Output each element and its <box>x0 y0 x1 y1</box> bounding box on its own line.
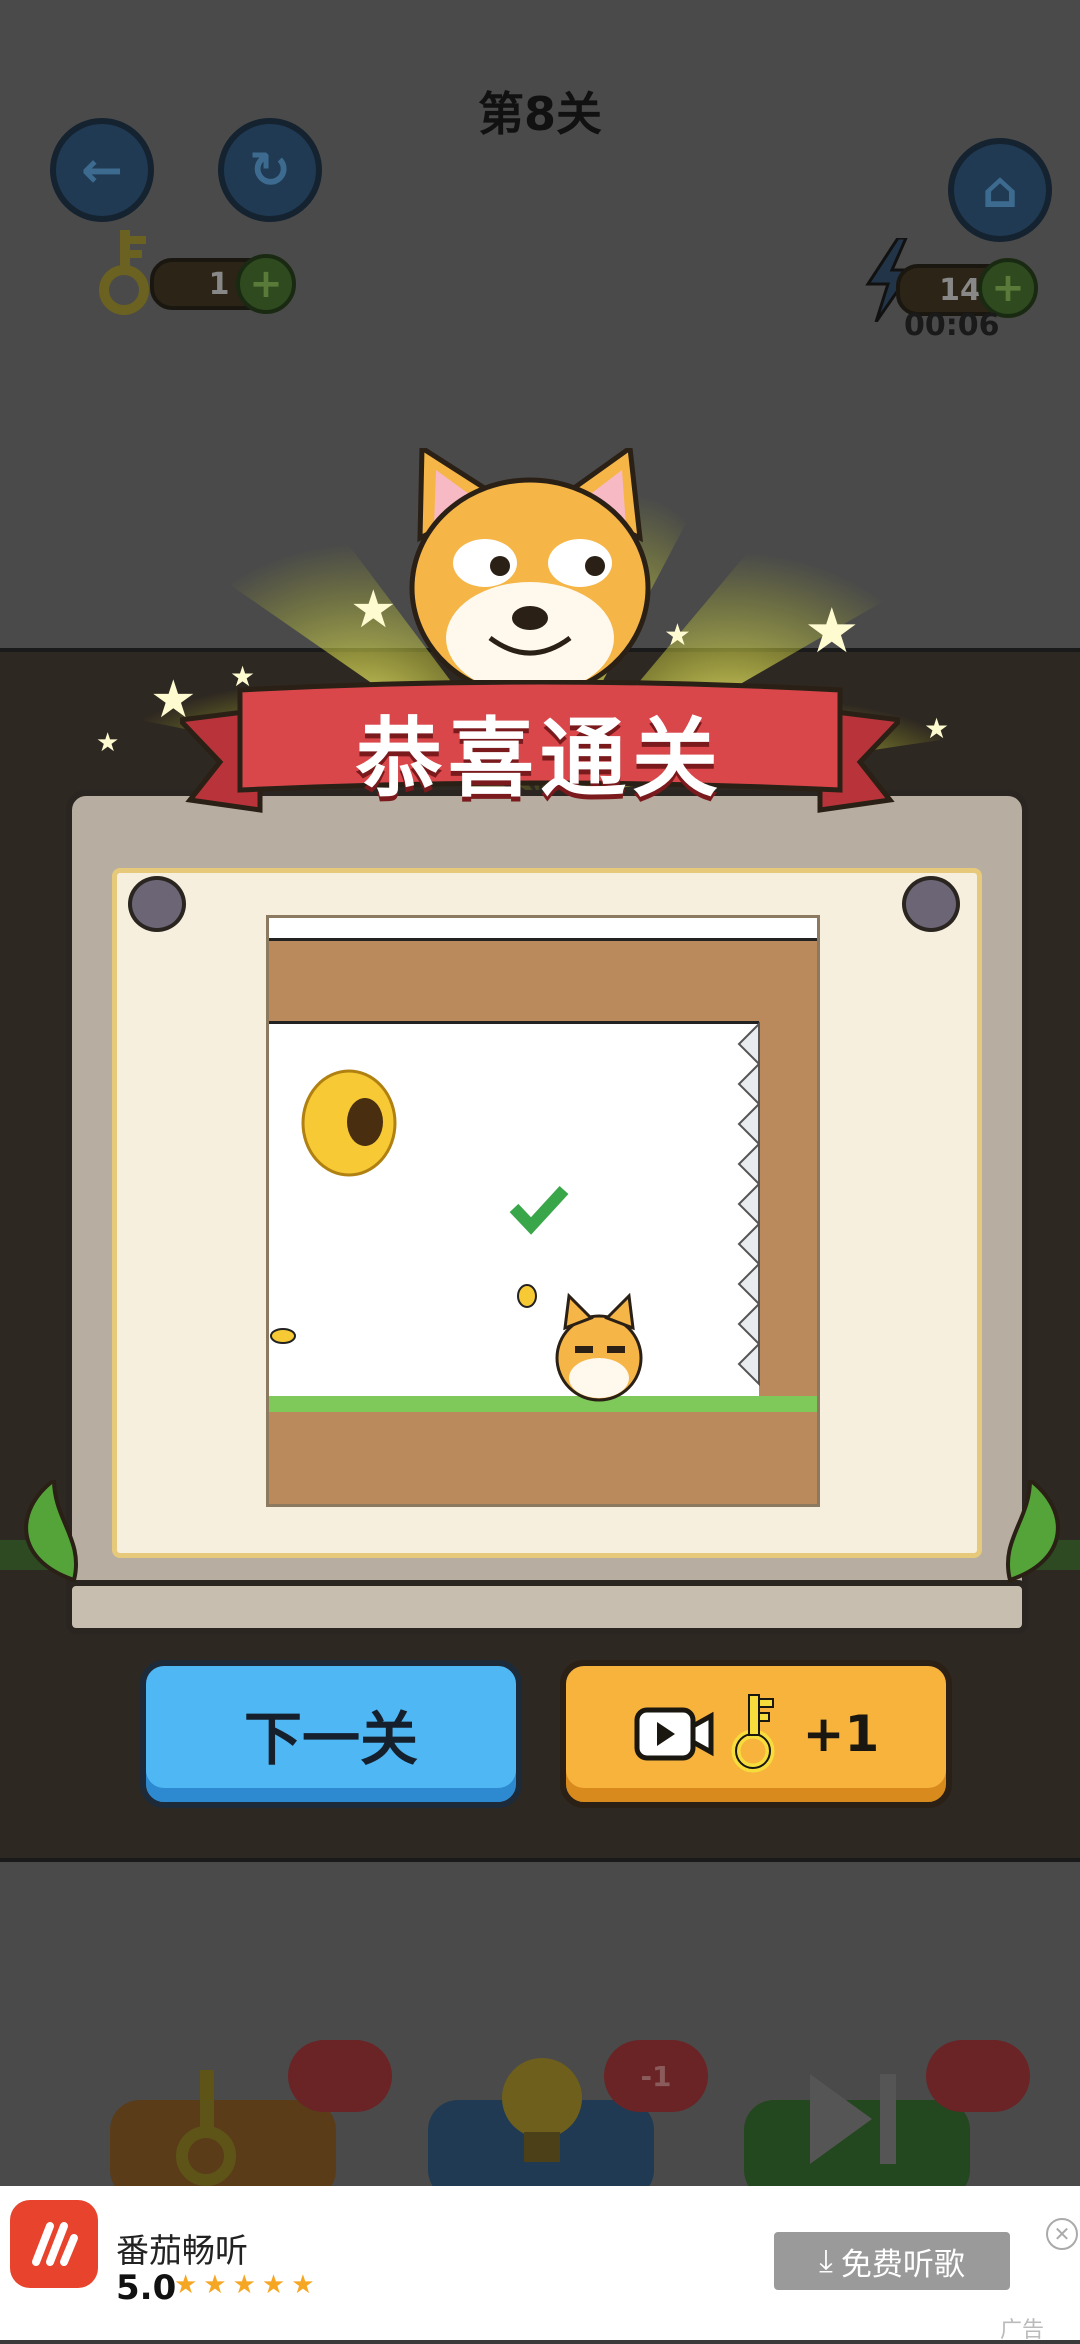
leaf-icon <box>24 1480 78 1583</box>
ad-cta-button[interactable]: ⤓ 免费听歌 <box>774 2232 1010 2290</box>
ad-cta-label: 免费听歌 <box>840 2246 965 2283</box>
key-icon <box>731 1694 775 1773</box>
star-icon: ★ <box>804 594 860 667</box>
home-icon: ⌂ <box>982 161 1018 219</box>
rating-stars: ★★★★★ <box>174 2270 321 2300</box>
ad-rating: 5.0 <box>116 2268 177 2308</box>
download-icon: ⤓ <box>819 2242 833 2279</box>
ground-divider-lower <box>0 1858 1080 1862</box>
bolt-icon <box>128 876 186 932</box>
next-level-button[interactable]: 下一关 <box>140 1660 522 1808</box>
dialog-frame-base <box>66 1580 1028 1634</box>
congrats-banner-text: 恭喜通关 <box>356 708 724 809</box>
star-icon: ★ <box>96 728 120 758</box>
timer: 00:06 <box>904 308 1000 343</box>
level-title: 第8关 <box>477 87 602 141</box>
skip-icon <box>810 2074 896 2164</box>
restart-icon: ↻ <box>249 141 291 199</box>
video-badge <box>926 2040 1030 2112</box>
star-icon: ★ <box>350 580 397 640</box>
video-badge <box>288 2040 392 2112</box>
reward-amount: +1 <box>802 1705 880 1763</box>
plus-icon: + <box>991 265 1025 311</box>
hint-cost-badge: -1 <box>604 2040 708 2112</box>
level-result-preview <box>266 915 820 1507</box>
leaf-icon <box>1006 1480 1060 1583</box>
ad-label: 广告 <box>1000 2318 1045 2343</box>
video-camera-icon <box>634 1707 714 1761</box>
lightbulb-icon <box>502 2058 582 2162</box>
bolt-icon <box>902 876 960 932</box>
watch-video-for-key-button[interactable]: +1 <box>560 1660 952 1808</box>
star-icon: ★ <box>924 712 950 745</box>
star-icon: ★ <box>664 618 691 653</box>
restart-button[interactable]: ↻ <box>218 118 322 222</box>
shiba-mascot <box>409 448 651 698</box>
app-logo <box>10 2200 98 2288</box>
plus-icon: + <box>249 261 283 307</box>
back-button[interactable]: ← <box>50 118 154 222</box>
ad-app-name: 番茄畅听 <box>116 2231 248 2270</box>
home-button[interactable]: ⌂ <box>948 138 1052 242</box>
key-icon <box>176 2070 236 2186</box>
add-keys-button[interactable]: + <box>236 254 296 314</box>
arrow-left-icon: ← <box>81 141 123 199</box>
ad-close-button[interactable]: ✕ <box>1046 2218 1078 2250</box>
